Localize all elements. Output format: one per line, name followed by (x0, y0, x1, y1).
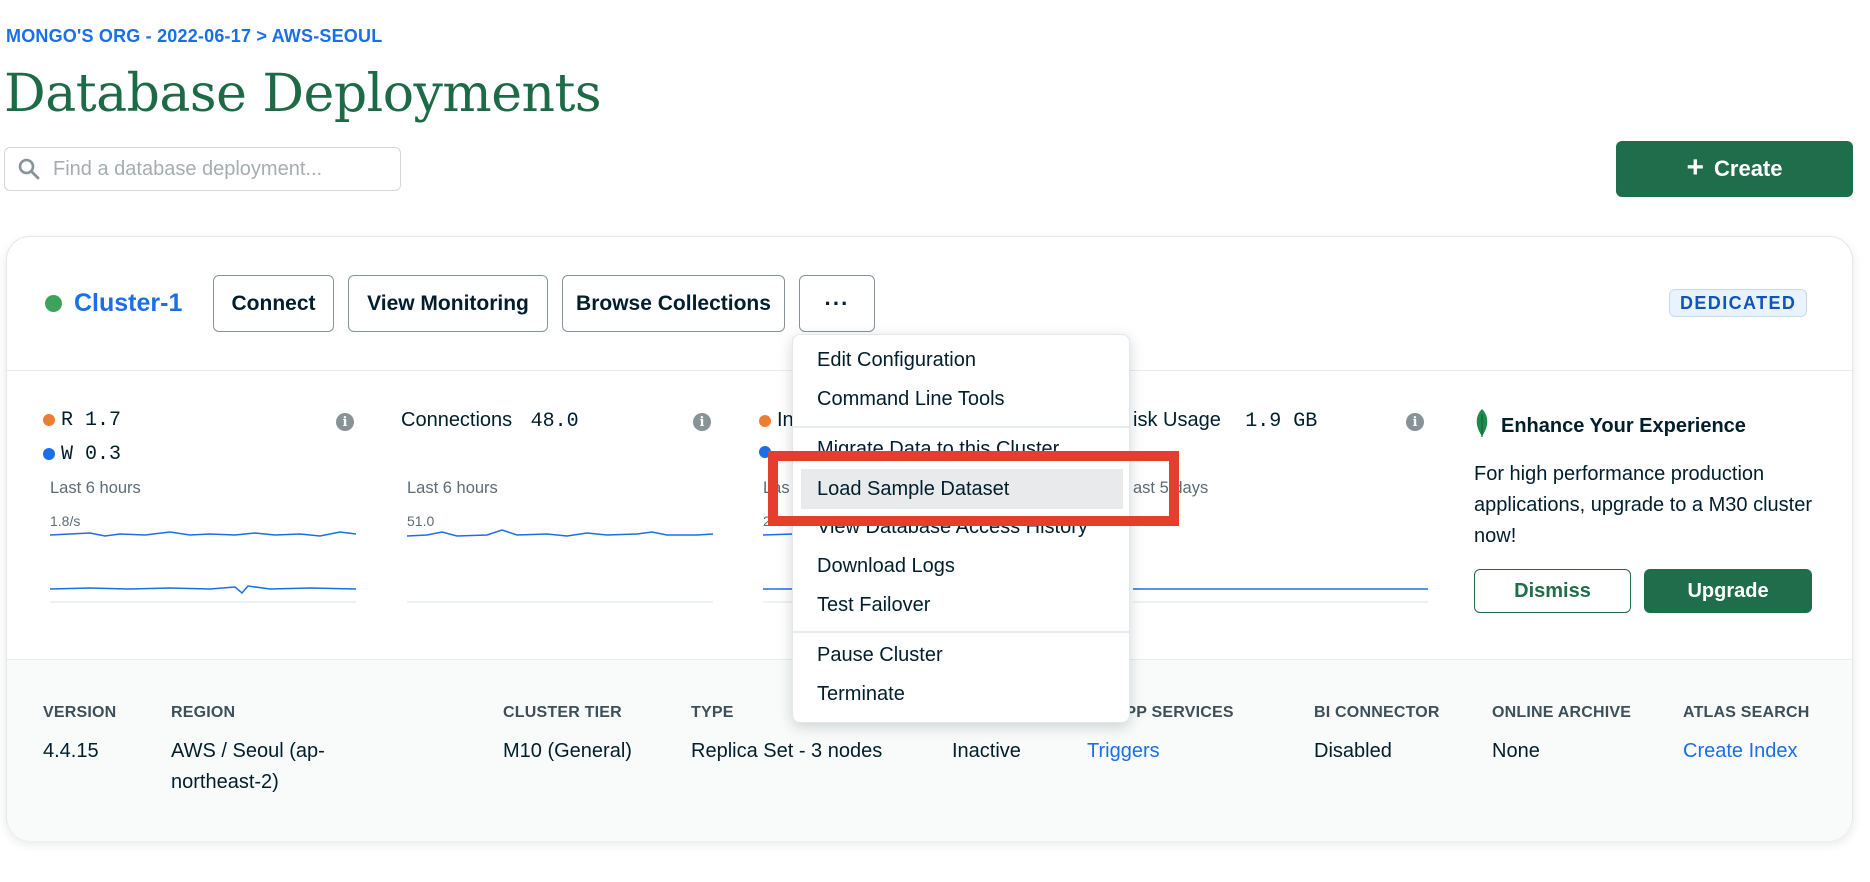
write-label: W (61, 443, 74, 466)
browse-collections-button[interactable]: Browse Collections (562, 275, 785, 332)
read-dot (43, 413, 55, 426)
info-icon[interactable]: i (693, 413, 711, 431)
bi-connector-column: BI CONNECTOR Disabled (1314, 704, 1440, 767)
menu-item-edit-configuration[interactable]: Edit Configuration (817, 349, 976, 372)
dedicated-badge: DEDICATED (1669, 289, 1808, 317)
write-dot (43, 447, 55, 460)
enhance-title: Enhance Your Experience (1501, 415, 1746, 437)
disk-usage-sparkline (1133, 588, 1428, 603)
region-column: REGION AWS / Seoul (ap-northeast-2) (171, 704, 361, 798)
connections-label: Connections (401, 409, 513, 431)
disk-usage-label: isk Usage (1133, 409, 1221, 431)
create-button-label: Create (1714, 156, 1783, 181)
menu-item-view-access-history[interactable]: View Database Access History (817, 516, 1088, 539)
connections-metric[interactable]: Connections 48.0 i Last 6 hours 51.0 (401, 371, 713, 607)
menu-item-download-logs[interactable]: Download Logs (817, 555, 955, 578)
create-button[interactable]: + Create (1616, 141, 1853, 197)
plus-icon: + (1686, 150, 1705, 184)
menu-divider (793, 631, 1129, 633)
read-value: 1.7 (85, 409, 122, 432)
triggers-link[interactable]: Triggers (1087, 736, 1234, 767)
upgrade-button[interactable]: Upgrade (1644, 569, 1812, 613)
menu-divider (793, 426, 1129, 428)
network-out-dot (759, 445, 771, 458)
version-column: VERSION 4.4.15 (43, 704, 116, 767)
menu-item-migrate-data[interactable]: Migrate Data to this Cluster (817, 438, 1059, 461)
disk-usage-period: ast 5 days (1133, 479, 1209, 497)
menu-item-load-sample-dataset[interactable]: Load Sample Dataset (801, 469, 1123, 509)
connections-value: 48.0 (530, 410, 579, 433)
connections-sparkline (407, 529, 713, 603)
page-title: Database Deployments (4, 64, 602, 124)
bi-connector-heading: BI CONNECTOR (1314, 704, 1440, 721)
network-in-dot (759, 414, 771, 427)
region-heading: REGION (171, 704, 236, 721)
enhance-text: For high performance production applicat… (1474, 463, 1812, 547)
version-value: 4.4.15 (43, 740, 99, 762)
network-period: Las (763, 479, 790, 497)
breadcrumb[interactable]: MONGO'S ORG - 2022-06-17 > AWS-SEOUL (6, 26, 382, 47)
more-options-menu: Edit Configuration Command Line Tools Mi… (792, 334, 1130, 723)
cluster-status-indicator (45, 295, 62, 312)
create-index-link[interactable]: Create Index (1683, 736, 1810, 767)
cluster-tier-heading: CLUSTER TIER (503, 704, 622, 721)
online-archive-heading: ONLINE ARCHIVE (1492, 704, 1632, 721)
info-icon[interactable]: i (336, 413, 354, 431)
online-archive-value: None (1492, 740, 1540, 762)
ops-sparkline (50, 531, 356, 603)
backups-value: Inactive (952, 740, 1021, 762)
cluster-tier-value: M10 (General) (503, 740, 632, 762)
menu-item-test-failover[interactable]: Test Failover (817, 594, 930, 617)
cluster-tier-column: CLUSTER TIER M10 (General) (503, 704, 632, 767)
search-box[interactable] (4, 147, 401, 191)
bi-connector-value: Disabled (1314, 740, 1392, 762)
read-label: R (61, 409, 74, 432)
info-icon[interactable]: i (1406, 413, 1424, 431)
search-icon (18, 158, 40, 180)
leaf-icon (1476, 409, 1488, 437)
write-value: 0.3 (85, 443, 122, 466)
view-monitoring-button[interactable]: View Monitoring (348, 275, 548, 332)
menu-item-pause-cluster[interactable]: Pause Cluster (817, 644, 943, 667)
more-options-button[interactable]: ··· (799, 275, 875, 332)
connect-button[interactable]: Connect (213, 275, 334, 332)
version-heading: VERSION (43, 704, 117, 721)
type-value: Replica Set - 3 nodes (691, 740, 883, 762)
cluster-name-link[interactable]: Cluster-1 (74, 289, 182, 318)
disk-usage-metric[interactable]: isk Usage 1.9 GB i ast 5 days (1133, 371, 1433, 607)
atlas-search-heading: ATLAS SEARCH (1683, 704, 1810, 721)
online-archive-column: ONLINE ARCHIVE None (1492, 704, 1631, 767)
dismiss-button[interactable]: Dismiss (1474, 569, 1631, 613)
menu-item-command-line-tools[interactable]: Command Line Tools (817, 388, 1005, 411)
ops-period: Last 6 hours (50, 479, 141, 497)
disk-usage-value: 1.9 GB (1245, 410, 1318, 433)
menu-item-terminate[interactable]: Terminate (817, 683, 905, 706)
atlas-search-column: ATLAS SEARCH Create Index (1683, 704, 1810, 767)
operations-metric[interactable]: R 1.7 W 0.3 i Last 6 hours 1.8/s (43, 371, 356, 607)
connections-period: Last 6 hours (407, 479, 498, 497)
search-input[interactable] (53, 157, 373, 181)
region-value: AWS / Seoul (ap-northeast-2) (171, 740, 325, 793)
